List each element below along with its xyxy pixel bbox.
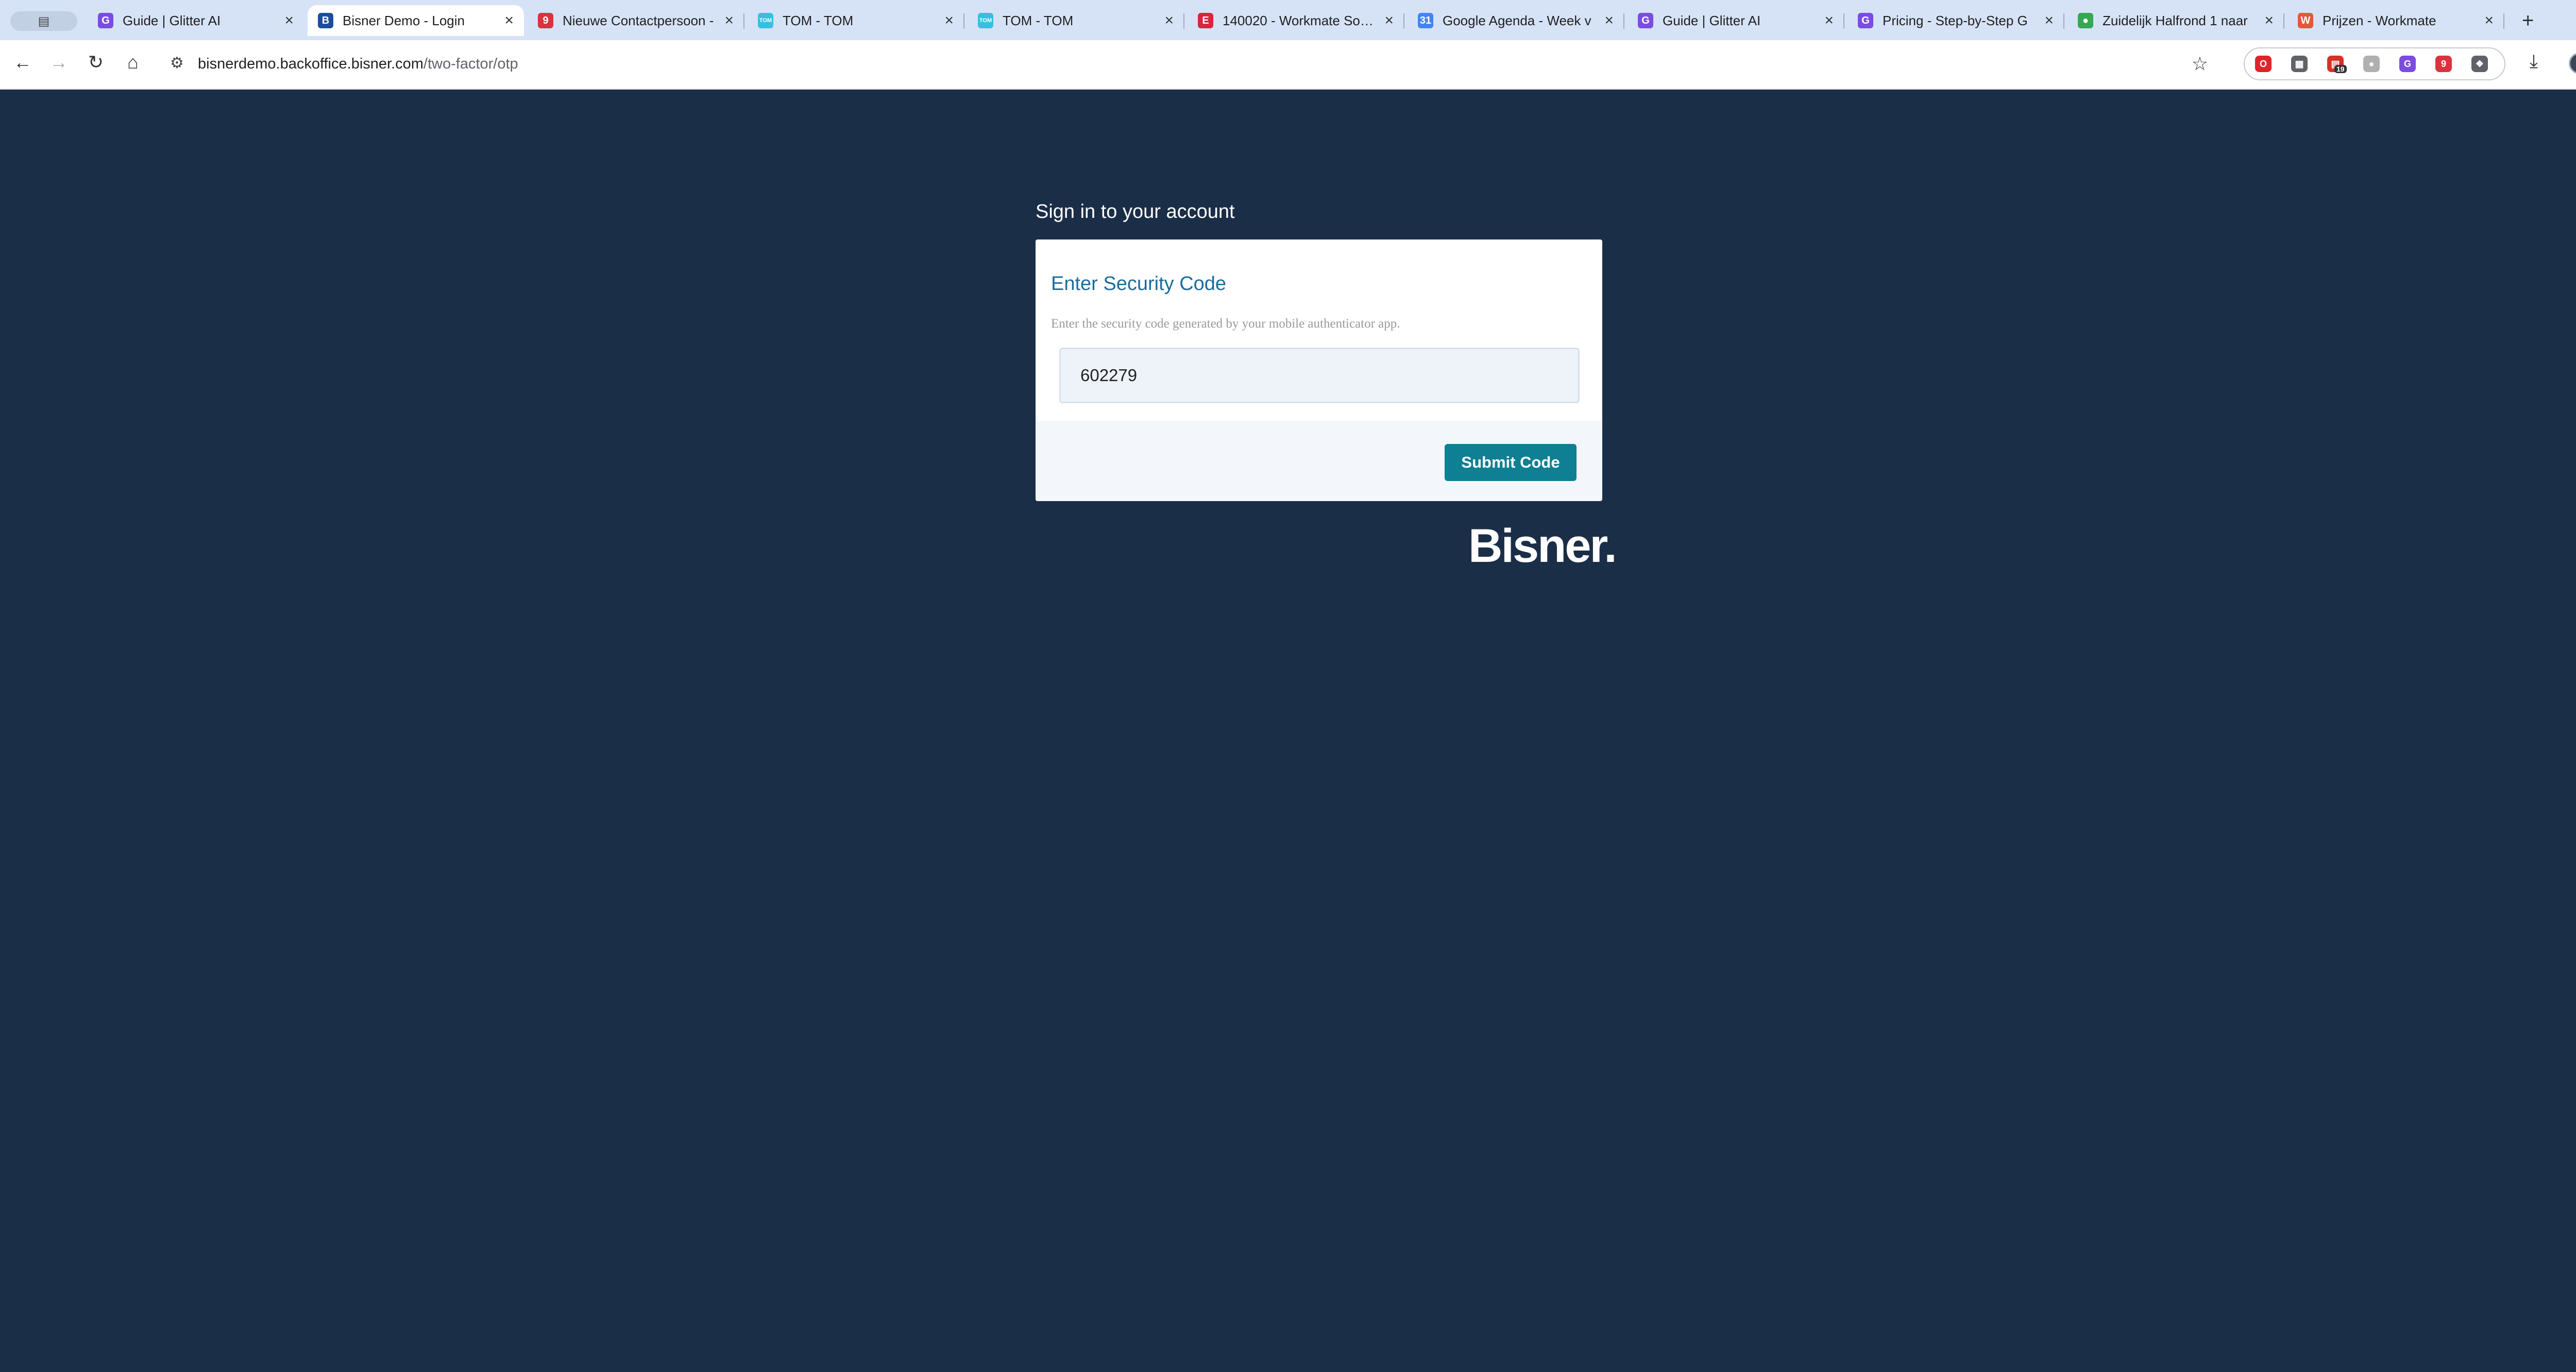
profile-avatar[interactable] bbox=[2569, 53, 2576, 74]
submit-code-button[interactable]: Submit Code bbox=[1445, 444, 1577, 481]
url-path: /two-factor/otp bbox=[423, 56, 518, 72]
browser-tab[interactable]: B Bisner Demo - Login × bbox=[308, 5, 524, 36]
browser-toolbar: ← → ↻ ⌂ ⚙ bisnerdemo.backoffice.bisner.c… bbox=[0, 40, 2576, 90]
tab-favicon-icon: G bbox=[1858, 13, 1873, 28]
bookmark-star-icon[interactable]: ☆ bbox=[2192, 53, 2208, 75]
tab-close-icon[interactable]: × bbox=[2484, 12, 2494, 29]
tab-separator bbox=[1623, 13, 1624, 29]
tab-close-icon[interactable]: × bbox=[1604, 12, 1614, 29]
browser-tab[interactable]: E 140020 - Workmate Softw × bbox=[1188, 5, 1404, 36]
puzzle-ext-icon[interactable]: ❖ bbox=[2471, 56, 2488, 72]
tab-separator bbox=[743, 13, 744, 29]
tab-favicon-icon: TOM bbox=[978, 13, 993, 28]
tab-separator bbox=[1843, 13, 1844, 29]
tab-favicon-icon: G bbox=[1638, 13, 1653, 28]
card-description: Enter the security code generated by you… bbox=[1051, 317, 1400, 331]
browser-tab[interactable]: W Prijzen - Workmate × bbox=[2287, 5, 2504, 36]
browser-tab-strip: ▤ G Guide | Glitter AI × B Bisner Demo - Log… bbox=[0, 0, 2576, 40]
tab-favicon-icon: B bbox=[318, 13, 333, 28]
extensions-group: O ▦ ▤ 19 ● G 9 ❖ bbox=[2244, 47, 2505, 80]
tab-close-icon[interactable]: × bbox=[504, 12, 514, 29]
tab-favicon-icon: G bbox=[98, 13, 113, 28]
tab-close-icon[interactable]: × bbox=[944, 12, 954, 29]
address-bar[interactable]: ⚙ bisnerdemo.backoffice.bisner.com/two-f… bbox=[155, 47, 2231, 80]
browser-tab[interactable]: TOM TOM - TOM × bbox=[968, 5, 1184, 36]
tab-favicon-icon: 9 bbox=[538, 13, 553, 28]
browser-tab[interactable]: 31 Google Agenda - Week v × bbox=[1408, 5, 1624, 36]
back-arrow-icon[interactable]: ← bbox=[10, 52, 35, 73]
opera-ext-icon[interactable]: O bbox=[2255, 56, 2272, 72]
browser-tab[interactable]: G Guide | Glitter AI × bbox=[88, 5, 304, 36]
nine-ext-icon[interactable]: 9 bbox=[2435, 56, 2452, 72]
tab-favicon-icon: 31 bbox=[1418, 13, 1433, 28]
browser-tab[interactable]: ● Zuidelijk Halfrond 1 naar × bbox=[2067, 5, 2284, 36]
tab-close-icon[interactable]: × bbox=[1164, 12, 1174, 29]
glitter-ext-icon[interactable]: G bbox=[2399, 56, 2416, 72]
tab-title: Guide | Glitter AI bbox=[1663, 12, 1761, 28]
card-title: Enter Security Code bbox=[1051, 273, 1227, 295]
tab-title: Bisner Demo - Login bbox=[343, 12, 465, 28]
browser-tab[interactable]: 9 Nieuwe Contactpersoon - × bbox=[528, 5, 744, 36]
security-code-card: Enter Security Code Enter the security c… bbox=[1036, 239, 1602, 501]
tab-title: Google Agenda - Week v bbox=[1443, 12, 1591, 28]
tab-favicon-icon: E bbox=[1198, 13, 1213, 28]
tab-favicon-icon: W bbox=[2298, 13, 2313, 28]
reload-icon[interactable]: ↻ bbox=[83, 52, 108, 73]
tab-separator bbox=[2283, 13, 2284, 29]
tab-separator bbox=[1183, 13, 1184, 29]
circle-ext-icon[interactable]: ● bbox=[2363, 56, 2380, 72]
forward-arrow-icon[interactable]: → bbox=[46, 52, 71, 73]
tab-favicon-icon: ● bbox=[2078, 13, 2093, 28]
tab-close-icon[interactable]: × bbox=[2044, 12, 2054, 29]
tab-close-icon[interactable]: × bbox=[2264, 12, 2274, 29]
new-tab-button[interactable]: + bbox=[2522, 9, 2534, 32]
browser-tab[interactable]: G Guide | Glitter AI × bbox=[1628, 5, 1844, 36]
security-code-input[interactable] bbox=[1059, 348, 1580, 403]
tab-separator bbox=[1403, 13, 1404, 29]
home-icon[interactable]: ⌂ bbox=[121, 52, 145, 73]
tab-title: Prijzen - Workmate bbox=[2323, 12, 2436, 28]
tab-close-icon[interactable]: × bbox=[1384, 12, 1394, 29]
tab-close-icon[interactable]: × bbox=[284, 12, 294, 29]
tab-title: Zuidelijk Halfrond 1 naar bbox=[2103, 12, 2248, 28]
tab-title: TOM - TOM bbox=[1003, 12, 1074, 28]
tab-title: TOM - TOM bbox=[783, 12, 854, 28]
calendar-ext-icon[interactable]: ▤ 19 bbox=[2327, 56, 2347, 73]
tab-title: Nieuwe Contactpersoon - bbox=[563, 12, 714, 28]
browser-tab[interactable]: G Pricing - Step-by-Step G × bbox=[1848, 5, 2064, 36]
qr-ext-icon[interactable]: ▦ bbox=[2291, 56, 2308, 72]
page-heading: Sign in to your account bbox=[1036, 201, 1235, 222]
tab-title: Guide | Glitter AI bbox=[123, 12, 221, 28]
tab-title: 140020 - Workmate Softw bbox=[1223, 12, 1376, 28]
tab-separator bbox=[2063, 13, 2064, 29]
browser-tab[interactable]: TOM TOM - TOM × bbox=[748, 5, 964, 36]
tab-group-icon[interactable]: ▤ bbox=[10, 11, 77, 31]
url-text[interactable]: bisnerdemo.backoffice.bisner.com/two-fac… bbox=[198, 56, 518, 73]
bisner-logo: Bisner. bbox=[1468, 520, 1617, 572]
tab-favicon-icon: TOM bbox=[758, 13, 773, 28]
tab-title: Pricing - Step-by-Step G bbox=[1883, 12, 2028, 28]
url-host: bisnerdemo.backoffice.bisner.com bbox=[198, 56, 423, 72]
download-icon[interactable]: ⤓ bbox=[2530, 50, 2538, 73]
tab-close-icon[interactable]: × bbox=[1824, 12, 1834, 29]
card-footer: Submit Code bbox=[1036, 421, 1602, 501]
tab-separator bbox=[2503, 13, 2504, 29]
tab-close-icon[interactable]: × bbox=[724, 12, 734, 29]
site-settings-icon[interactable]: ⚙ bbox=[170, 54, 184, 72]
tab-separator bbox=[963, 13, 964, 29]
extension-badge: 19 bbox=[2334, 65, 2347, 73]
